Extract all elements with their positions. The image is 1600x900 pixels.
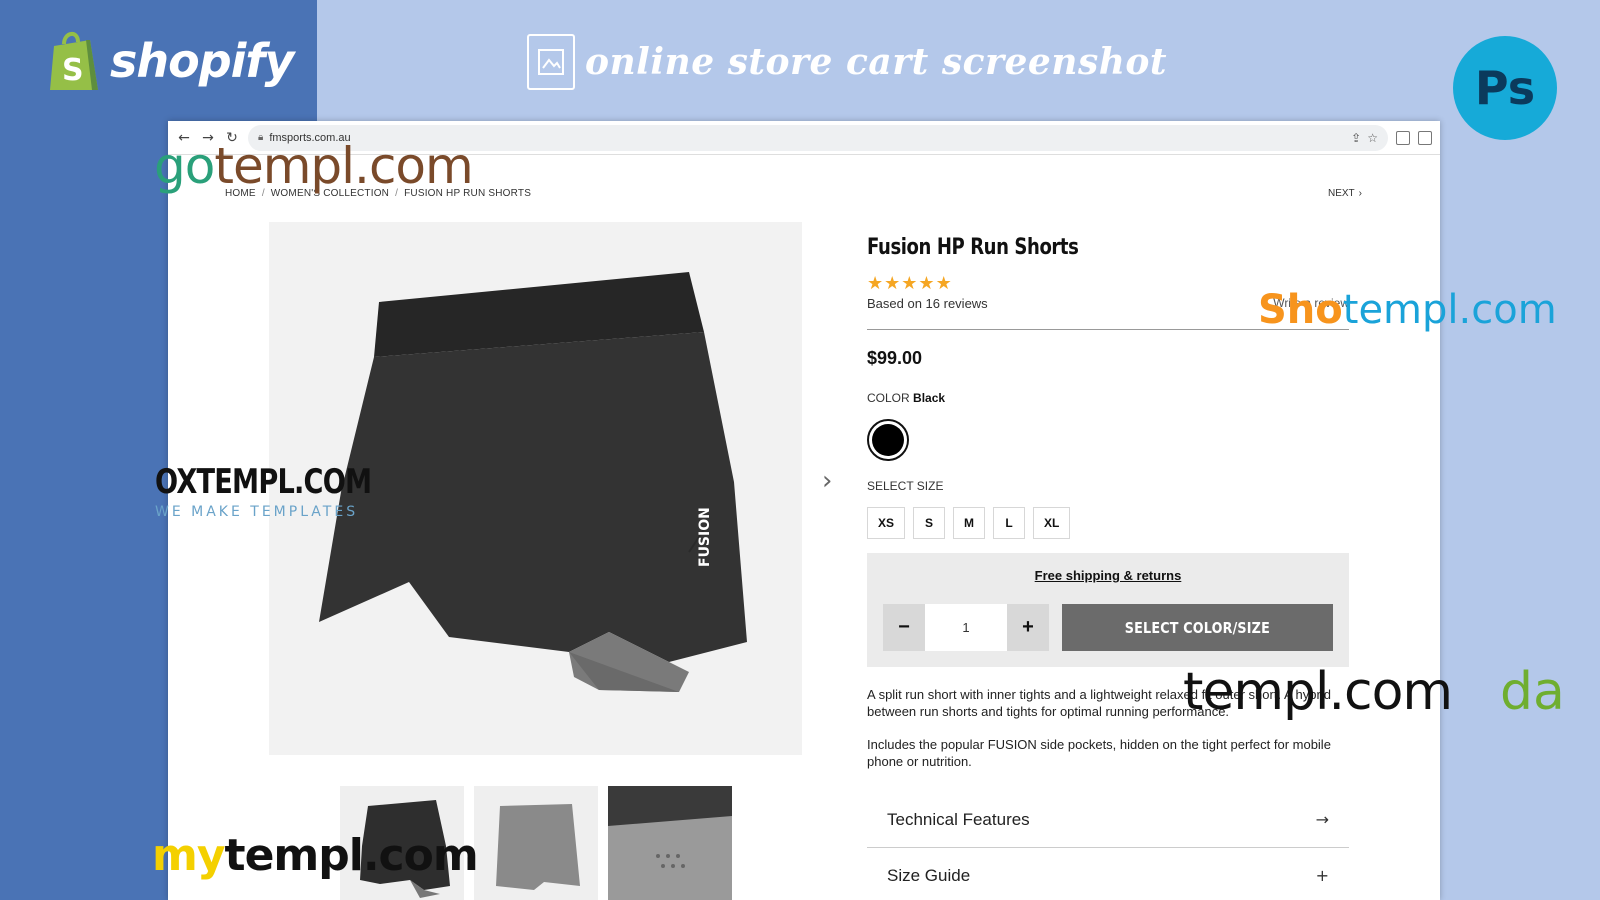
watermark-oxtempl: OXTEMPL.COM WE MAKE TEMPLATES (155, 462, 425, 520)
extension-icon[interactable] (1418, 130, 1432, 145)
product-details: Fusion HP Run Shorts ★ ★ ★ ★ ★ Based on … (867, 235, 1349, 900)
share-icon[interactable]: ⇪ (1351, 131, 1361, 145)
shopify-bag-icon: S (50, 32, 98, 90)
shopify-wordmark: shopify (110, 34, 294, 88)
color-value: Black (913, 391, 946, 405)
watermark-part: templ.com (224, 830, 479, 881)
color-swatch-black[interactable] (867, 419, 909, 461)
star-icon: ★ (935, 273, 952, 293)
color-label-row: COLOR Black (867, 391, 1349, 405)
add-to-cart-panel: Free shipping & returns − 1 + SELECT COL… (867, 553, 1349, 667)
product-accordion: Technical Features → Size Guide + (867, 792, 1349, 900)
watermark-part: OXTEMPL.COM (155, 462, 372, 502)
watermark-part: go (154, 137, 215, 195)
qr-icon[interactable] (1396, 130, 1410, 145)
accordion-label: Size Guide (887, 865, 971, 885)
watermark-part: templ.com (214, 137, 473, 195)
svg-text:S: S (62, 53, 84, 88)
size-options: XS S M L XL (867, 507, 1349, 539)
watermark-part: Sho (1258, 287, 1343, 333)
watermark-mytempl: mytempl.com (152, 830, 479, 881)
watermark-templ: templ.com (1183, 662, 1453, 722)
select-button-label: SELECT COLOR/SIZE (1124, 618, 1271, 637)
quantity-stepper: − 1 + (883, 604, 1049, 651)
screenshot-icon (527, 34, 575, 90)
thumbnail-back[interactable] (474, 786, 598, 900)
star-icon: ★ (884, 273, 901, 293)
shopify-logo: S shopify (46, 28, 294, 94)
free-shipping-link[interactable]: Free shipping & returns (867, 568, 1349, 583)
chevron-right-icon[interactable]: › (822, 466, 832, 496)
reviews-count[interactable]: Based on 16 reviews (867, 296, 988, 311)
plus-icon: + (1315, 866, 1329, 885)
description-paragraph: Includes the popular FUSION side pockets… (867, 737, 1331, 769)
size-option-xs[interactable]: XS (867, 507, 906, 539)
size-option-s[interactable]: S (913, 507, 946, 539)
size-option-xl[interactable]: XL (1033, 507, 1071, 539)
accordion-label: Technical Features (887, 809, 1030, 829)
size-option-l[interactable]: L (993, 507, 1026, 539)
accordion-technical-features[interactable]: Technical Features → (867, 792, 1349, 848)
star-icon: ★ (901, 273, 918, 293)
chevron-right-icon: › (1358, 188, 1363, 199)
color-label: COLOR (867, 391, 910, 405)
watermark-da: da (1500, 662, 1565, 722)
photoshop-label: Ps (1474, 61, 1536, 115)
product-price: $99.00 (867, 348, 923, 368)
arrow-right-icon: → (1315, 810, 1329, 829)
watermark-part: WE MAKE TEMPLATES (155, 504, 359, 520)
quantity-input[interactable]: 1 (925, 604, 1007, 651)
star-icon[interactable]: ☆ (1367, 131, 1378, 145)
size-label: SELECT SIZE (867, 479, 944, 493)
watermark-shotempl: Shotempl.com (1258, 287, 1557, 333)
next-product-link[interactable]: NEXT › (1328, 188, 1362, 199)
star-icon: ★ (867, 273, 884, 293)
next-label: NEXT (1328, 188, 1355, 199)
select-color-size-button[interactable]: SELECT COLOR/SIZE (1062, 604, 1333, 651)
brand-print: FUSION (697, 507, 713, 567)
quantity-decrease-button[interactable]: − (883, 604, 925, 651)
size-option-m[interactable]: M (953, 507, 986, 539)
thumbnail-detail[interactable] (608, 786, 732, 900)
accordion-size-guide[interactable]: Size Guide + (867, 848, 1349, 900)
watermark-part: templ.com (1342, 287, 1557, 333)
watermark-gotempl: gotempl.com (154, 137, 474, 195)
photoshop-badge: Ps (1453, 36, 1557, 140)
star-icon: ★ (918, 273, 935, 293)
banner-title: online store cart screenshot (527, 34, 1167, 90)
quantity-increase-button[interactable]: + (1007, 604, 1049, 651)
banner-title-text: online store cart screenshot (585, 41, 1168, 83)
product-title: Fusion HP Run Shorts (867, 235, 1079, 260)
watermark-part: my (152, 830, 226, 881)
